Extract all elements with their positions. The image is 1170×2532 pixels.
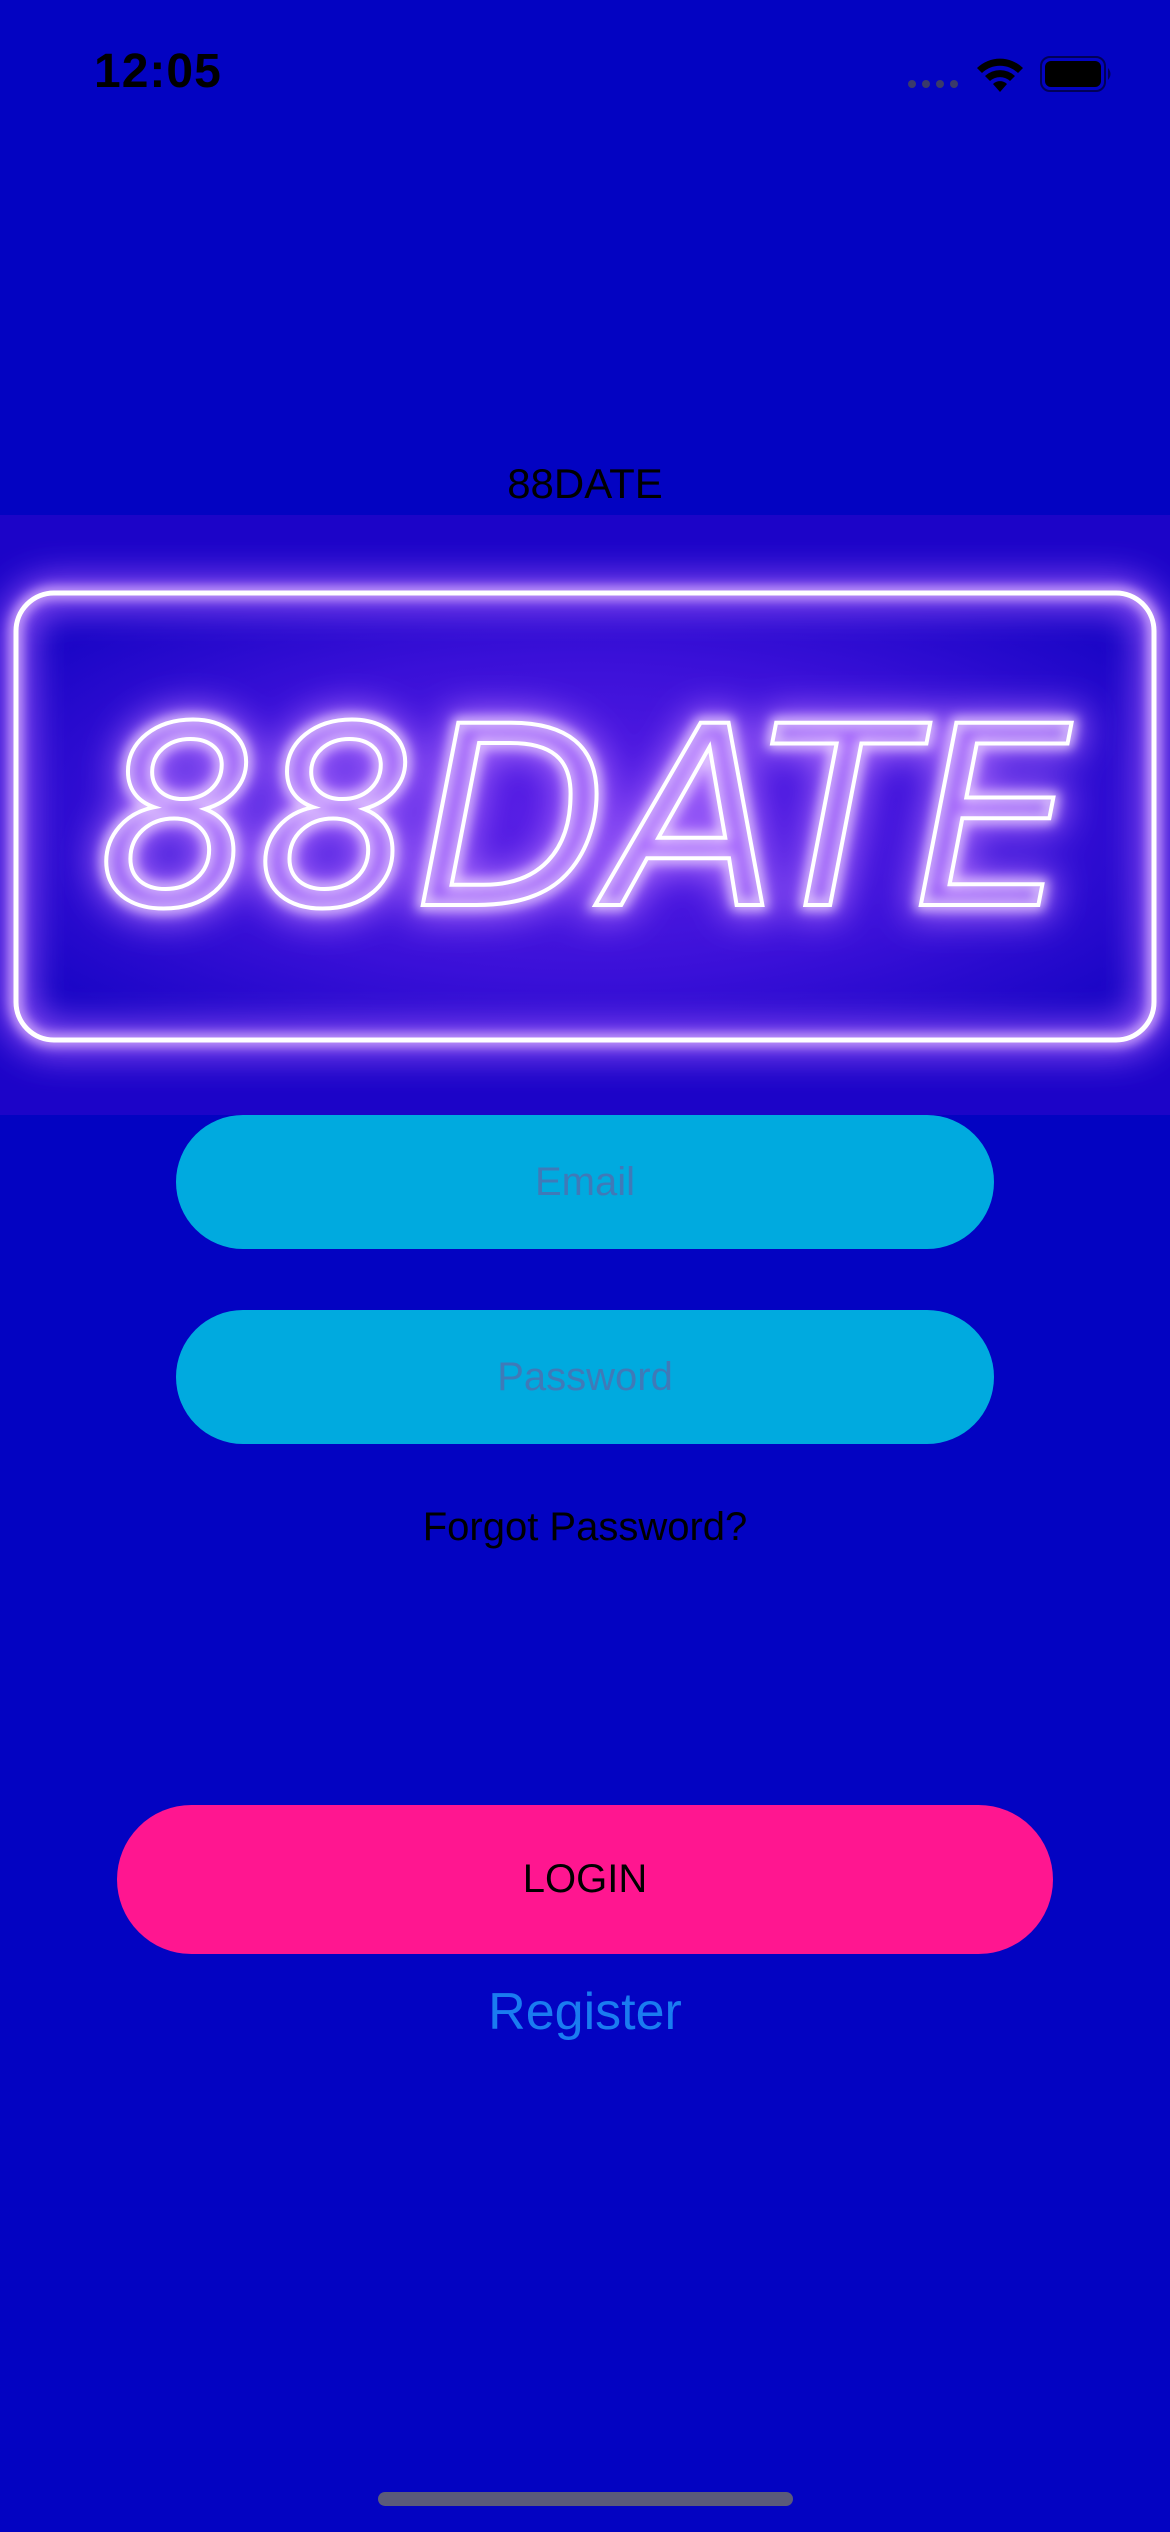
password-input[interactable] bbox=[176, 1310, 994, 1444]
neon-logo: 88DATE 88DATE 88DATE bbox=[0, 515, 1170, 1115]
login-button[interactable]: LOGIN bbox=[117, 1805, 1053, 1954]
wifi-icon bbox=[977, 58, 1023, 92]
status-bar: 12:05 bbox=[0, 0, 1170, 150]
forgot-password-link[interactable]: Forgot Password? bbox=[0, 1505, 1170, 1550]
register-link[interactable]: Register bbox=[0, 1982, 1170, 2042]
status-time: 12:05 bbox=[94, 45, 222, 98]
app-title: 88DATE bbox=[507, 460, 663, 507]
battery-icon bbox=[1040, 56, 1111, 92]
neon-logo-text: 88DATE bbox=[98, 673, 1072, 964]
neon-logo-graphic: 88DATE 88DATE 88DATE bbox=[0, 515, 1170, 1115]
email-input[interactable] bbox=[176, 1115, 994, 1249]
cellular-signal-icon bbox=[908, 80, 960, 90]
home-indicator bbox=[378, 2492, 793, 2506]
